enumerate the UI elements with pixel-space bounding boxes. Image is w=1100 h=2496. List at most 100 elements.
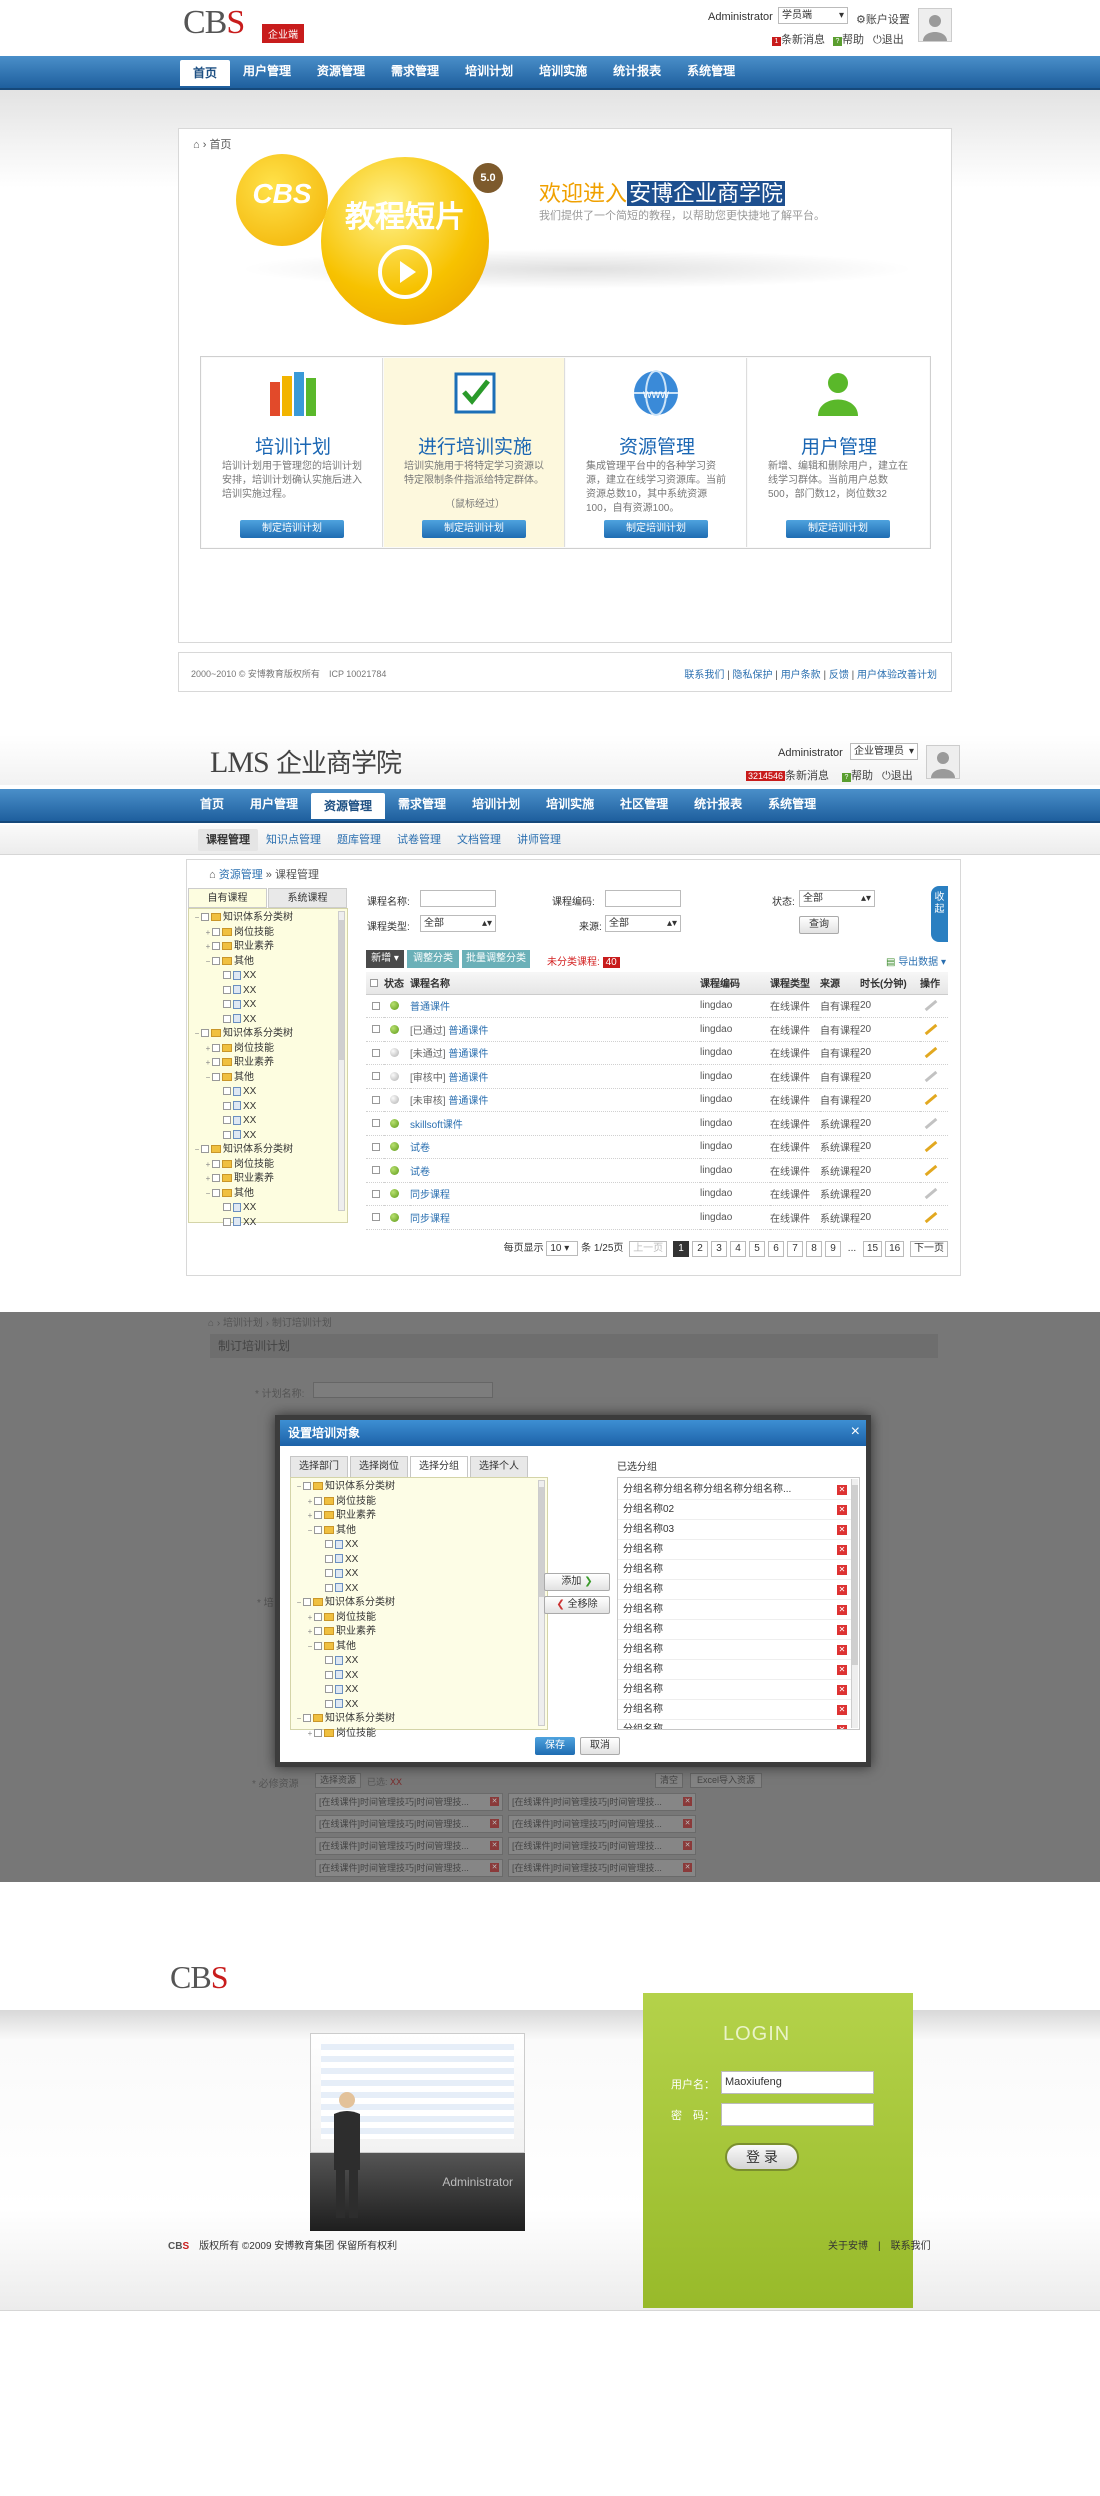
row-checkbox[interactable] xyxy=(372,1001,380,1010)
row-checkbox[interactable] xyxy=(372,1213,380,1222)
course-name-link[interactable]: skillsoft课件 xyxy=(410,1120,463,1131)
checkbox[interactable] xyxy=(223,985,231,994)
course-type-select[interactable]: 全部 ▴▾ xyxy=(420,915,496,932)
checkbox[interactable] xyxy=(212,1159,220,1168)
checkbox[interactable] xyxy=(314,1612,322,1621)
page-number-button[interactable]: 3 xyxy=(710,1241,727,1257)
subnav-item[interactable]: 课程管理 xyxy=(198,829,258,851)
edit-pencil-icon[interactable] xyxy=(924,1023,938,1035)
subnav-item[interactable]: 题库管理 xyxy=(329,829,389,851)
edit-pencil-icon[interactable] xyxy=(924,1117,938,1129)
tree-node[interactable]: XX xyxy=(193,998,335,1013)
tree-node[interactable]: XX xyxy=(295,1654,531,1669)
nav-item[interactable]: 统计报表 xyxy=(600,56,674,86)
course-name-link[interactable]: 普通课件 xyxy=(448,1026,488,1037)
page-number-button[interactable]: 1 xyxy=(672,1241,689,1257)
nav-item[interactable]: 需求管理 xyxy=(378,56,452,86)
tree-node[interactable]: XX xyxy=(193,984,335,999)
edit-pencil-icon[interactable] xyxy=(924,1164,938,1176)
tree-node[interactable]: − 知识体系分类树 xyxy=(193,1027,335,1042)
subnav-item[interactable]: 知识点管理 xyxy=(258,829,329,851)
edit-pencil-icon[interactable] xyxy=(924,1140,938,1153)
role-select[interactable]: 企业管理员 ▾ xyxy=(850,743,918,760)
nav-item[interactable]: 培训计划 xyxy=(452,56,526,86)
uncategorized-link[interactable]: 未分类课程: 40 xyxy=(547,953,620,968)
modal-tab[interactable]: 选择部门 xyxy=(290,1456,348,1478)
course-name-link[interactable]: 普通课件 xyxy=(448,1096,488,1107)
close-icon[interactable]: × xyxy=(851,1424,860,1440)
select-all-checkbox[interactable] xyxy=(370,978,378,987)
checkbox[interactable] xyxy=(303,1714,311,1723)
course-name-link[interactable]: 试卷 xyxy=(410,1143,430,1154)
nav-item[interactable]: 用户管理 xyxy=(237,789,311,819)
remove-icon[interactable]: ✕ xyxy=(837,1645,847,1655)
course-name-link[interactable]: 同步课程 xyxy=(410,1190,450,1201)
tree-node[interactable]: + 职业素养 xyxy=(295,1509,531,1524)
tree-node[interactable]: − 其他 xyxy=(193,1187,335,1202)
tree-node[interactable]: + 岗位技能 xyxy=(193,1042,335,1057)
table-row[interactable]: 试卷 lingdao 在线课件 系统课程 20 xyxy=(366,1158,948,1183)
checkbox[interactable] xyxy=(201,1029,209,1038)
footer-link[interactable]: 用户体验改善计划 xyxy=(857,670,937,681)
remove-icon[interactable]: ✕ xyxy=(490,1819,499,1828)
nav-item[interactable]: 首页 xyxy=(187,789,237,819)
tree-node[interactable]: XX xyxy=(295,1538,531,1553)
checkbox[interactable] xyxy=(223,1014,231,1023)
course-code-input[interactable] xyxy=(605,890,681,907)
tutorial-video-button[interactable]: 教程短片 xyxy=(321,157,489,325)
page-number-button[interactable]: 4 xyxy=(729,1241,746,1257)
edit-pencil-icon[interactable] xyxy=(924,1211,938,1223)
tree-node[interactable]: XX xyxy=(193,1201,335,1216)
checkbox[interactable] xyxy=(201,913,209,922)
checkbox[interactable] xyxy=(223,1217,231,1226)
checkbox[interactable] xyxy=(223,1130,231,1139)
page-number-button[interactable]: 6 xyxy=(767,1241,784,1257)
selected-scrollbar[interactable] xyxy=(851,1479,858,1728)
source-select[interactable]: 全部 ▴▾ xyxy=(605,915,681,932)
edit-pencil-icon[interactable] xyxy=(924,1093,938,1106)
checkbox[interactable] xyxy=(223,1101,231,1110)
checkbox[interactable] xyxy=(325,1569,333,1578)
plan-name-input[interactable] xyxy=(313,1382,493,1398)
tree-node[interactable]: − 知识体系分类树 xyxy=(295,1712,531,1727)
remove-icon[interactable]: ✕ xyxy=(837,1505,847,1515)
edit-pencil-icon[interactable] xyxy=(924,999,938,1012)
tree-node[interactable]: + 岗位技能 xyxy=(193,1158,335,1173)
remove-icon[interactable]: ✕ xyxy=(683,1863,692,1872)
modal-tab[interactable]: 选择个人 xyxy=(470,1456,528,1478)
nav-item[interactable]: 用户管理 xyxy=(230,56,304,86)
card-action-button[interactable]: 制定培训计划 xyxy=(240,520,344,538)
avatar[interactable] xyxy=(926,745,960,779)
checkbox[interactable] xyxy=(325,1656,333,1665)
subnav-item[interactable]: 讲师管理 xyxy=(509,829,569,851)
checkbox[interactable] xyxy=(212,956,220,965)
footer-link[interactable]: 联系我们 xyxy=(684,670,724,681)
tree-node[interactable]: + 岗位技能 xyxy=(295,1727,531,1742)
checkbox[interactable] xyxy=(325,1540,333,1549)
tree-node[interactable]: XX xyxy=(295,1698,531,1713)
page-number-button[interactable]: 15 xyxy=(862,1241,883,1257)
row-checkbox[interactable] xyxy=(372,1119,380,1128)
role-select[interactable]: 学员端 ▾ xyxy=(778,7,848,24)
save-button[interactable]: 保存 xyxy=(535,1737,575,1755)
edit-pencil-icon[interactable] xyxy=(924,1187,938,1200)
tree-node[interactable]: XX xyxy=(193,1013,335,1028)
account-settings-link[interactable]: ⚙账户设置 xyxy=(856,11,910,27)
tree-node[interactable]: − 知识体系分类树 xyxy=(295,1596,531,1611)
tree-node[interactable]: XX xyxy=(295,1683,531,1698)
remove-icon[interactable]: ✕ xyxy=(837,1545,847,1555)
collapse-button[interactable]: 收起 xyxy=(931,886,948,942)
checkbox[interactable] xyxy=(223,971,231,980)
edit-pencil-icon[interactable] xyxy=(924,1070,938,1082)
help-link[interactable]: ? 帮助 xyxy=(842,767,873,783)
tree-node[interactable]: − 知识体系分类树 xyxy=(193,1143,335,1158)
username-input[interactable]: Maoxiufeng xyxy=(721,2071,874,2094)
checkbox[interactable] xyxy=(223,1000,231,1009)
tree-node[interactable]: − 其他 xyxy=(295,1640,531,1655)
page-number-button[interactable]: 7 xyxy=(786,1241,803,1257)
checkbox[interactable] xyxy=(314,1641,322,1650)
nav-item[interactable]: 培训实施 xyxy=(526,56,600,86)
remove-icon[interactable]: ✕ xyxy=(683,1841,692,1850)
nav-item[interactable]: 需求管理 xyxy=(385,789,459,819)
nav-item[interactable]: 资源管理 xyxy=(304,56,378,86)
